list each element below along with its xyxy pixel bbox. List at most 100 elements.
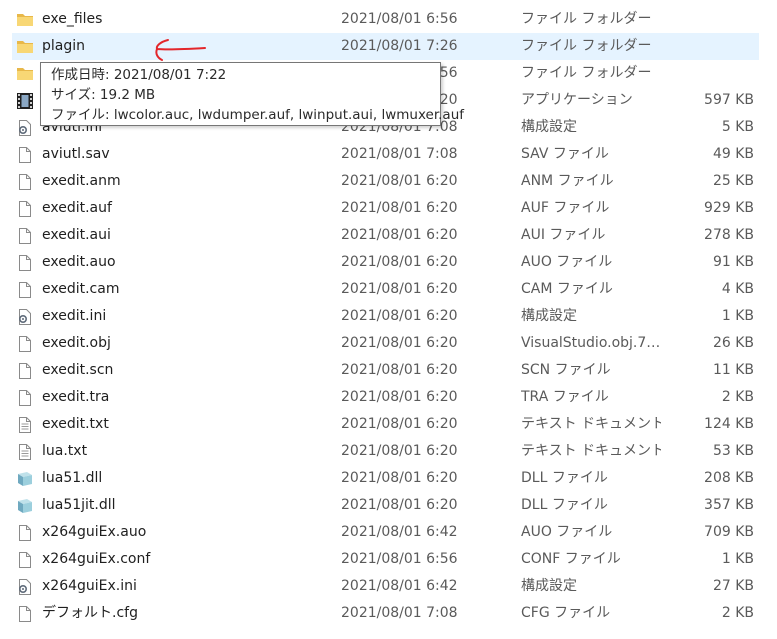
file-type: ファイル フォルダー [521, 38, 652, 54]
file-row[interactable]: exedit.scn 2021/08/01 6:20 SCN ファイル 11 KB [0, 357, 777, 384]
file-row[interactable]: x264guiEx.ini 2021/08/01 6:42 構成設定 27 KB [0, 573, 777, 600]
file-name[interactable]: x264guiEx.ini [42, 573, 332, 600]
file-size [674, 60, 754, 87]
file-row[interactable]: exe_files 2021/08/01 6:56 ファイル フォルダー [0, 6, 777, 33]
file-size: 929 KB [704, 200, 754, 216]
file-size: 5 KB [721, 119, 754, 135]
file-date: 2021/08/01 7:08 [341, 146, 458, 162]
file-size: 25 KB [712, 173, 754, 189]
file-size: 357 KB [704, 497, 754, 513]
file-row[interactable]: aviutl.sav 2021/08/01 7:08 SAV ファイル 49 KB [0, 141, 777, 168]
file-name[interactable]: exe_files [42, 6, 332, 33]
settings-file-icon [16, 578, 34, 596]
file-icon-cell [16, 141, 36, 168]
file-size: 709 KB [704, 524, 754, 540]
file-date: 2021/08/01 6:20 [341, 389, 458, 405]
file-name[interactable]: x264guiEx.auo [42, 519, 332, 546]
file-type: ファイル フォルダー [521, 65, 652, 81]
file-type: アプリケーション [521, 92, 633, 108]
file-icon-cell [16, 330, 36, 357]
file-icon [16, 524, 34, 542]
file-name[interactable]: デフォルト.cfg [42, 600, 332, 627]
text-file-icon [16, 416, 34, 434]
folder-info-tooltip: 作成日時: 2021/08/01 7:22 サイズ: 19.2 MB ファイル:… [40, 62, 464, 126]
file-name[interactable]: lua51.dll [42, 465, 332, 492]
file-row[interactable]: x264guiEx.conf 2021/08/01 6:56 CONF ファイル 1 … [0, 546, 777, 573]
file-type: 構成設定 [521, 119, 577, 135]
file-name[interactable]: exedit.cam [42, 276, 332, 303]
file-size: 91 KB [712, 254, 754, 270]
file-row[interactable]: lua.txt 2021/08/01 6:20 テキスト ドキュメント 53 KB [0, 438, 777, 465]
file-icon-cell [16, 573, 36, 600]
tooltip-created: 作成日時: 2021/08/01 7:22 [51, 67, 227, 83]
file-date: 2021/08/01 6:20 [341, 281, 458, 297]
file-icon [16, 200, 34, 218]
file-name[interactable]: lua51jit.dll [42, 492, 332, 519]
file-type: AUF ファイル [521, 200, 610, 216]
file-name[interactable]: exedit.auf [42, 195, 332, 222]
file-icon [16, 605, 34, 623]
red-arrow-annotation [155, 39, 206, 61]
dll-file-icon [16, 470, 34, 488]
file-name[interactable]: lua.txt [42, 438, 332, 465]
file-name[interactable]: exedit.obj [42, 330, 332, 357]
file-name[interactable]: exedit.anm [42, 168, 332, 195]
file-row[interactable]: exedit.txt 2021/08/01 6:20 テキスト ドキュメント 124 … [0, 411, 777, 438]
file-date: 2021/08/01 6:42 [341, 524, 458, 540]
file-row[interactable]: exedit.ini 2021/08/01 6:20 構成設定 1 KB [0, 303, 777, 330]
file-size: 26 KB [712, 335, 754, 351]
file-icon [16, 335, 34, 353]
file-type: テキスト ドキュメント [521, 416, 661, 432]
file-date: 2021/08/01 6:20 [341, 497, 458, 513]
file-type: SCN ファイル [521, 362, 611, 378]
file-name[interactable]: exedit.aui [42, 222, 332, 249]
file-date: 2021/08/01 6:20 [341, 362, 458, 378]
file-type: ANM ファイル [521, 173, 614, 189]
file-type: テキスト ドキュメント [521, 443, 661, 459]
file-row[interactable]: exedit.tra 2021/08/01 6:20 TRA ファイル 2 KB [0, 384, 777, 411]
file-type: 構成設定 [521, 578, 577, 594]
file-size [674, 6, 754, 33]
file-row[interactable]: lua51jit.dll 2021/08/01 6:20 DLL ファイル 357 K… [0, 492, 777, 519]
file-type: AUO ファイル [521, 524, 613, 540]
file-name[interactable]: exedit.ini [42, 303, 332, 330]
file-type: 構成設定 [521, 308, 577, 324]
file-name[interactable]: exedit.tra [42, 384, 332, 411]
file-date: 2021/08/01 6:20 [341, 335, 458, 351]
file-icon-cell [16, 168, 36, 195]
file-row[interactable]: exedit.obj 2021/08/01 6:20 VisualStudio.ob… [0, 330, 777, 357]
file-date: 2021/08/01 6:56 [341, 11, 458, 27]
file-row[interactable]: exedit.auo 2021/08/01 6:20 AUO ファイル 91 KB [0, 249, 777, 276]
file-row[interactable]: exedit.cam 2021/08/01 6:20 CAM ファイル 4 KB [0, 276, 777, 303]
file-icon-cell [16, 60, 36, 87]
file-name[interactable]: exedit.txt [42, 411, 332, 438]
file-icon-cell [16, 114, 36, 141]
file-row[interactable]: exedit.auf 2021/08/01 6:20 AUF ファイル 929 KB [0, 195, 777, 222]
text-file-icon [16, 443, 34, 461]
application-icon [16, 92, 34, 110]
file-icon-cell [16, 195, 36, 222]
file-name[interactable]: x264guiEx.conf [42, 546, 332, 573]
file-icon-cell [16, 384, 36, 411]
file-type: CAM ファイル [521, 281, 613, 297]
file-row[interactable]: x264guiEx.auo 2021/08/01 6:42 AUO ファイル 709 … [0, 519, 777, 546]
file-icon-cell [16, 519, 36, 546]
file-row[interactable]: exedit.aui 2021/08/01 6:20 AUI ファイル 278 KB [0, 222, 777, 249]
file-size: 1 KB [721, 551, 754, 567]
file-row[interactable]: plagin 2021/08/01 7:26 ファイル フォルダー [0, 33, 777, 60]
file-row[interactable]: exedit.anm 2021/08/01 6:20 ANM ファイル 25 KB [0, 168, 777, 195]
file-row[interactable]: デフォルト.cfg 2021/08/01 7:08 CFG ファイル 2 KB [0, 600, 777, 627]
file-icon-cell [16, 276, 36, 303]
file-name[interactable]: exedit.auo [42, 249, 332, 276]
file-size: 1 KB [721, 308, 754, 324]
dll-file-icon [16, 497, 34, 515]
file-size: 124 KB [704, 416, 754, 432]
file-size: 27 KB [712, 578, 754, 594]
file-icon-cell [16, 465, 36, 492]
file-name[interactable]: aviutl.sav [42, 141, 332, 168]
file-name[interactable]: exedit.scn [42, 357, 332, 384]
file-row[interactable]: lua51.dll 2021/08/01 6:20 DLL ファイル 208 KB [0, 465, 777, 492]
file-icon [16, 227, 34, 245]
file-type: CFG ファイル [521, 605, 611, 621]
file-date: 2021/08/01 6:42 [341, 578, 458, 594]
